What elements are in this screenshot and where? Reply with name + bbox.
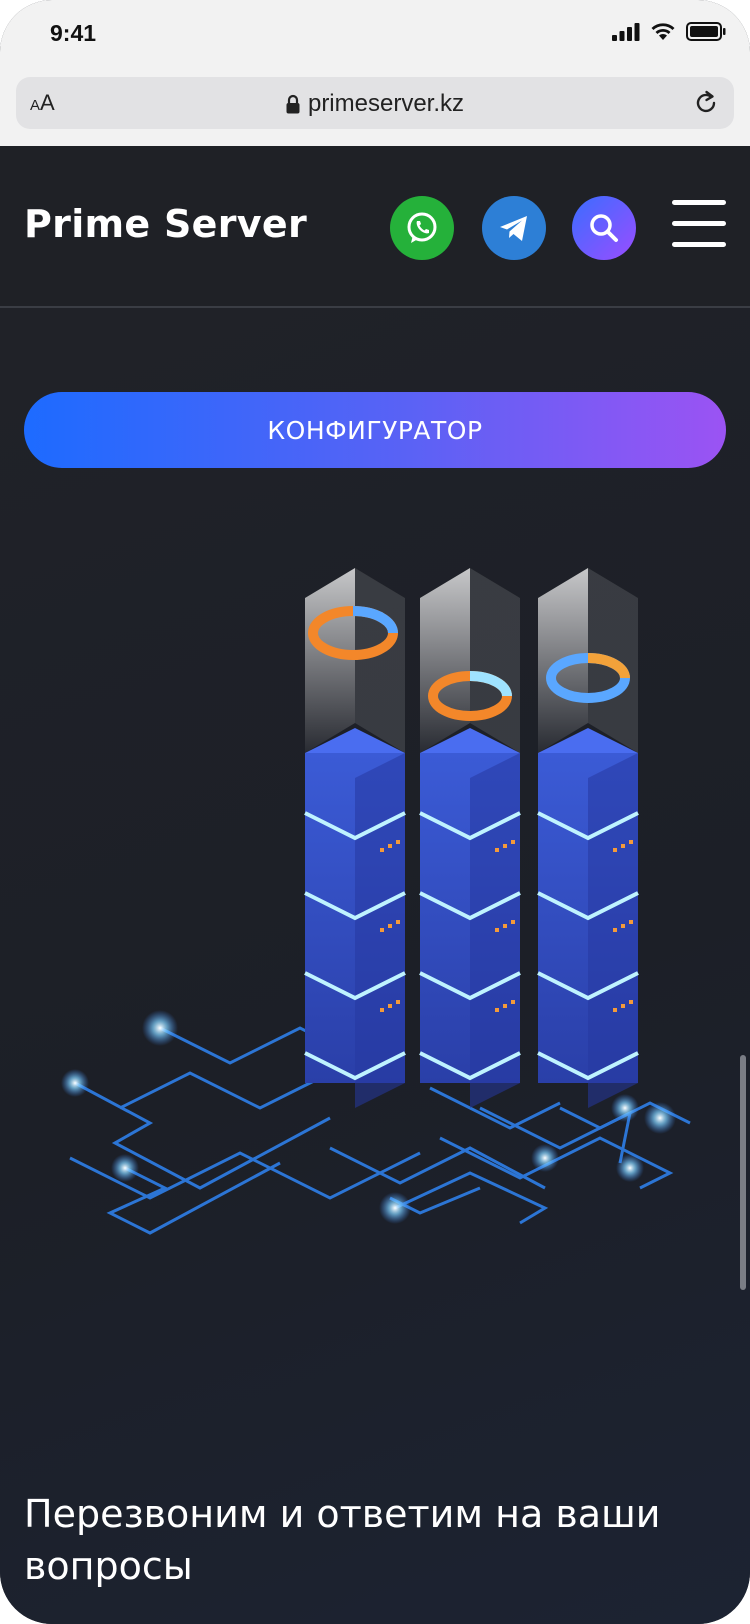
configurator-button[interactable]: КОНФИГУРАТОР — [24, 392, 726, 468]
url-display[interactable]: primeserver.kz — [16, 90, 734, 118]
whatsapp-button[interactable] — [390, 196, 454, 260]
telegram-icon — [500, 216, 527, 241]
server-tower-2 — [419, 568, 521, 1108]
callback-heading: Перезвоним и ответим на ваши вопросы — [24, 1492, 661, 1588]
browser-toolbar: AA primeserver.kz — [0, 70, 750, 146]
site-logo[interactable]: Prime Server — [24, 202, 307, 246]
whatsapp-icon — [407, 212, 437, 243]
search-button[interactable] — [572, 196, 636, 260]
address-bar[interactable]: AA primeserver.kz — [16, 77, 734, 129]
signal-icon — [612, 22, 640, 41]
page-scrollbar[interactable] — [740, 1055, 746, 1290]
url-text: primeserver.kz — [307, 90, 465, 117]
search-icon — [590, 214, 618, 242]
server-illustration — [61, 568, 691, 1235]
hero-section: КОНФИГУРАТОР Перезвоним и ответим на ваш… — [0, 308, 750, 1624]
server-tower-1 — [304, 568, 406, 1108]
menu-icon[interactable] — [672, 200, 726, 248]
reload-icon[interactable] — [692, 89, 720, 117]
status-bar: 9:41 — [0, 0, 750, 70]
server-tower-3 — [537, 568, 639, 1108]
status-icons — [612, 22, 726, 41]
phone-screen: 9:41 AA primeserver.kz Prime Server КОНФ… — [0, 0, 750, 1624]
status-time: 9:41 — [50, 20, 97, 46]
lock-icon — [286, 94, 300, 114]
wifi-icon — [651, 22, 675, 40]
telegram-button[interactable] — [482, 196, 546, 260]
battery-icon — [686, 22, 726, 41]
site-header: Prime Server — [0, 146, 750, 308]
